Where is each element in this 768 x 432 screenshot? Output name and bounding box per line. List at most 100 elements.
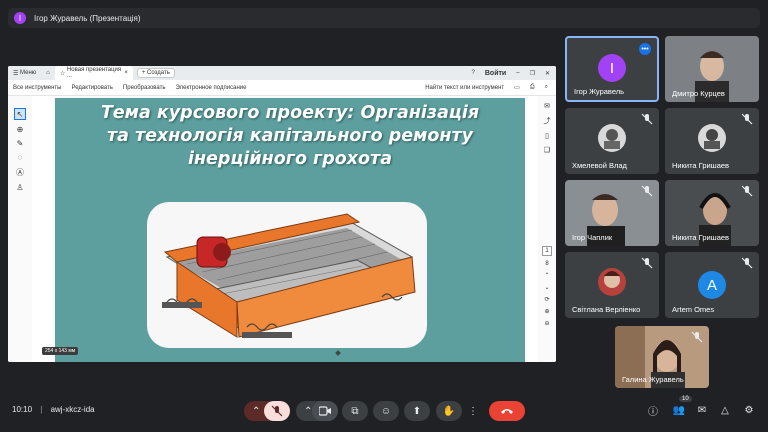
presentation-slide: Тема курсового проекту: Організація та т… bbox=[55, 98, 525, 362]
participant-tile[interactable]: Хмелевой Влад bbox=[565, 108, 659, 174]
search-tools-field[interactable]: Найти текст или инструмент bbox=[425, 85, 504, 91]
star-icon: ☆ bbox=[59, 70, 67, 77]
participant-name: Ігор Журавель bbox=[574, 87, 625, 96]
page-dimensions-label: 254 x 143 мм bbox=[42, 347, 79, 355]
stamp-tool-icon[interactable]: ♙ bbox=[16, 183, 23, 192]
participant-tile[interactable]: A Artem Omes bbox=[665, 252, 759, 318]
menu-esign[interactable]: Электронное подписание bbox=[176, 85, 247, 91]
participant-tile[interactable]: Галина Журавель bbox=[615, 326, 709, 388]
minimize-icon[interactable]: – bbox=[516, 70, 519, 76]
emoji-button[interactable]: ☺ bbox=[373, 401, 399, 421]
host-controls-icon[interactable]: ⚙ bbox=[742, 403, 756, 417]
participant-name: Ігор Чаплик bbox=[572, 233, 613, 242]
slide-title-line: Тема курсового проекту: Організація bbox=[100, 103, 480, 123]
menu-icon: ☰ bbox=[13, 70, 21, 77]
shape-tool-icon[interactable]: ◌ bbox=[18, 153, 23, 162]
tab-label: Новая презентация ... bbox=[66, 67, 122, 79]
participant-tile[interactable]: Світлана Верліенко bbox=[565, 252, 659, 318]
participant-tile[interactable]: І ••• Ігор Журавель bbox=[565, 36, 659, 102]
browser-tab[interactable]: ☆ Новая презентация ... × bbox=[54, 66, 133, 80]
layers-icon[interactable]: ❑ bbox=[544, 146, 550, 154]
menu-label: Меню bbox=[20, 70, 37, 76]
print-icon[interactable]: ⎙ bbox=[530, 84, 535, 91]
home-button[interactable]: ⌂ bbox=[41, 66, 55, 80]
chevron-down-icon[interactable]: ⌄ bbox=[544, 284, 549, 291]
mic-off-icon bbox=[741, 113, 753, 125]
avatar: І bbox=[598, 54, 626, 82]
share-icon[interactable]: ⤴ bbox=[544, 116, 551, 126]
page-number-field[interactable]: 1 bbox=[542, 246, 552, 256]
leave-call-button[interactable] bbox=[489, 401, 525, 421]
emoji-icon: ☺ bbox=[380, 405, 392, 417]
participant-name: Хмелевой Влад bbox=[572, 161, 627, 170]
presentation-title: Ігор Журавель (Презентація) bbox=[34, 13, 141, 23]
present-screen-icon: ⬆ bbox=[412, 405, 422, 417]
chat-icon[interactable]: ✉ bbox=[695, 403, 709, 417]
raise-hand-button[interactable]: ✋ bbox=[436, 401, 462, 421]
pen-tool-icon[interactable]: ✎ bbox=[17, 139, 24, 148]
rotate-icon[interactable]: ⟳ bbox=[544, 296, 549, 303]
captions-button[interactable]: ⧉ bbox=[342, 401, 368, 421]
chevron-up-icon[interactable]: ⌃ bbox=[544, 272, 549, 279]
maximize-icon[interactable]: ❐ bbox=[530, 70, 535, 77]
more-options-icon[interactable]: ••• bbox=[639, 43, 651, 55]
participant-tile[interactable]: Никита Гришаев bbox=[665, 108, 759, 174]
slide-title-line: інерційного грохота bbox=[187, 149, 393, 169]
zoom-tool-icon[interactable]: ⊕ bbox=[17, 125, 24, 134]
text-tool-icon[interactable]: Ⓐ bbox=[16, 167, 24, 178]
page-icon[interactable]: ▭ bbox=[514, 84, 520, 91]
home-icon: ⌂ bbox=[46, 70, 50, 76]
activities-icon[interactable]: △ bbox=[718, 403, 732, 417]
mic-off-icon bbox=[741, 257, 753, 269]
avatar: A bbox=[698, 271, 726, 299]
zoom-in-icon[interactable]: ⊕ bbox=[544, 308, 549, 315]
presentation-banner: І Ігор Журавель (Презентація) bbox=[8, 8, 760, 28]
mic-off-icon bbox=[641, 113, 653, 125]
participant-name: Никита Гришаев bbox=[672, 233, 730, 242]
meeting-info: 10:10 | awj-xkcz-ida bbox=[12, 405, 95, 414]
meeting-details-icon[interactable]: ⓘ bbox=[646, 403, 660, 418]
mic-off-icon bbox=[691, 331, 703, 343]
help-icon[interactable]: ? bbox=[472, 70, 475, 76]
menu-convert[interactable]: Преобразовать bbox=[123, 85, 166, 91]
search-icon[interactable]: ⌕ bbox=[545, 84, 548, 91]
shared-screen: ☰ Меню ⌂ ☆ Новая презентация ... × + Созд… bbox=[8, 66, 556, 362]
presenter-avatar: І bbox=[14, 12, 26, 24]
people-icon[interactable]: 👥 bbox=[672, 403, 686, 417]
page-navigator: 1 8 ⌃ ⌄ ⟳ ⊕ ⊖ bbox=[538, 246, 556, 327]
mic-off-icon bbox=[271, 405, 283, 417]
mic-off-icon bbox=[741, 185, 753, 197]
chevron-up-icon: ⌃ bbox=[252, 405, 261, 417]
participant-tile[interactable]: Ігор Чаплик bbox=[565, 180, 659, 246]
bookmark-icon[interactable]: ▯ bbox=[545, 132, 549, 140]
participant-tile[interactable]: Дмитро Курцев bbox=[665, 36, 759, 102]
participant-name: Artem Omes bbox=[672, 305, 715, 314]
menu-all-tools[interactable]: Все инструменты bbox=[13, 85, 61, 91]
clock-time: 10:10 bbox=[12, 405, 33, 414]
comment-icon[interactable]: ✉ bbox=[544, 102, 550, 110]
menu-button[interactable]: ☰ Меню bbox=[8, 66, 41, 80]
cursor-tool-icon[interactable]: ↖ bbox=[14, 108, 26, 120]
menu-edit[interactable]: Редактировать bbox=[71, 85, 112, 91]
left-toolbar: ↖ ⊕ ✎ ◌ Ⓐ ♙ bbox=[8, 96, 32, 362]
camera-toggle-button[interactable] bbox=[312, 401, 338, 421]
more-options-button[interactable]: ⋮ bbox=[466, 401, 480, 421]
page-total: 8 bbox=[545, 261, 549, 267]
slide-title-line: та технологія капітального ремонту bbox=[106, 126, 474, 146]
close-tab-icon[interactable]: × bbox=[124, 70, 128, 76]
meeting-code: awj-xkcz-ida bbox=[50, 405, 95, 414]
present-button[interactable]: ⬆ bbox=[404, 401, 430, 421]
participant-name: Никита Гришаев bbox=[672, 161, 730, 170]
signin-button[interactable]: Войти bbox=[485, 70, 506, 77]
hand-icon: ✋ bbox=[442, 405, 456, 417]
participant-name: Дмитро Курцев bbox=[672, 89, 725, 98]
new-tab-button[interactable]: + Создать bbox=[136, 68, 175, 78]
screen-machine-image bbox=[147, 202, 427, 348]
close-window-icon[interactable]: ✕ bbox=[545, 70, 550, 77]
zoom-out-icon[interactable]: ⊖ bbox=[544, 320, 549, 327]
mic-off-icon bbox=[641, 257, 653, 269]
browser-tabstrip: ☰ Меню ⌂ ☆ Новая презентация ... × + Созд… bbox=[8, 66, 556, 80]
participant-tile[interactable]: Никита Гришаев bbox=[665, 180, 759, 246]
info-separator: | bbox=[40, 405, 43, 414]
microphone-toggle-button[interactable] bbox=[264, 401, 290, 421]
